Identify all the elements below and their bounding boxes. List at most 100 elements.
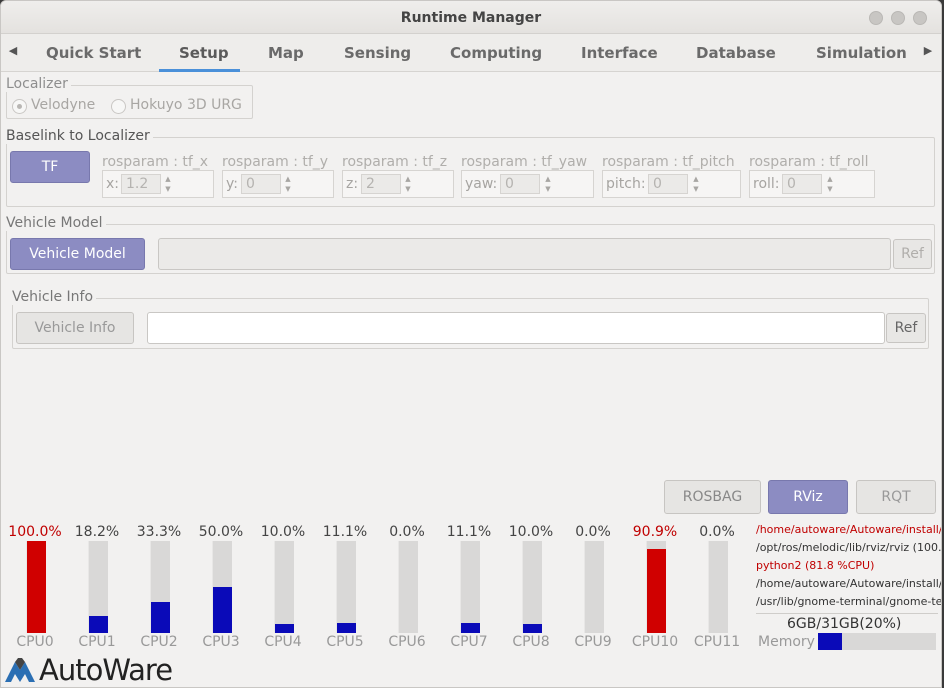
tab-scroll-left-icon[interactable]: ◀ <box>6 44 20 57</box>
cpu-bar-fill <box>647 549 666 633</box>
cpu-name: CPU2 <box>140 634 178 650</box>
cpu-percent: 10.0% <box>260 524 306 540</box>
cpu-name: CPU5 <box>326 634 364 650</box>
cpu-percent: 100.0% <box>8 524 62 540</box>
spin-arrows-icon[interactable]: ▲ ▼ <box>403 174 413 194</box>
cpu-percent: 0.0% <box>575 524 611 540</box>
cpu-percent: 90.9% <box>632 524 678 540</box>
cpu-bar <box>708 541 728 633</box>
memory-bar <box>818 633 936 650</box>
tab-database[interactable]: Database <box>696 44 776 62</box>
tf-x-spinner[interactable]: x: 1.2 ▲ ▼ <box>102 170 214 198</box>
velodyne-radio-label: Velodyne <box>31 97 96 113</box>
autoware-logo: AutoWare <box>3 653 173 687</box>
tab-scroll-right-icon[interactable]: ▶ <box>921 44 935 57</box>
cpu-bar <box>274 541 294 633</box>
tf-pitch-input[interactable]: 0 <box>648 174 688 194</box>
spin-arrows-icon[interactable]: ▲ ▼ <box>825 174 835 194</box>
cpu-name: CPU7 <box>450 634 488 650</box>
tf-y-input[interactable]: 0 <box>241 174 281 194</box>
cpu-name: CPU11 <box>693 634 741 650</box>
memory-usage-text: 6GB/31GB(20%) <box>787 616 902 632</box>
cpu-percent: 18.2% <box>74 524 120 540</box>
tf-button[interactable]: TF <box>10 151 90 183</box>
vehicle-model-ref-button[interactable]: Ref <box>893 239 932 269</box>
tf-y-spinner[interactable]: y: 0 ▲ ▼ <box>222 170 334 198</box>
tf-pitch-spinner[interactable]: pitch: 0 ▲ ▼ <box>602 170 741 198</box>
tab-computing[interactable]: Computing <box>450 44 542 62</box>
cpu-bar <box>398 541 418 633</box>
cpu-bar-fill <box>461 623 480 633</box>
cpu-name: CPU9 <box>574 634 612 650</box>
runtime-manager-window: Runtime Manager ◀ Quick Start Setup Map … <box>0 0 942 688</box>
cpu-bar <box>646 541 666 633</box>
tf-y-label: rosparam : tf_y <box>222 154 329 170</box>
cpu-bar <box>522 541 542 633</box>
cpu-name: CPU4 <box>264 634 302 650</box>
process-line: /usr/lib/gnome-terminal/gnome-te <box>756 595 942 608</box>
vehicle-model-label: Vehicle Model <box>6 215 106 231</box>
vehicle-model-button[interactable]: Vehicle Model <box>10 238 145 270</box>
rosbag-button[interactable]: ROSBAG <box>664 480 761 514</box>
spin-arrows-icon[interactable]: ▲ ▼ <box>283 174 293 194</box>
title-bar[interactable]: Runtime Manager <box>1 1 941 34</box>
tab-bar: ◀ Quick Start Setup Map Sensing Computin… <box>1 34 941 72</box>
cpu-name: CPU1 <box>78 634 116 650</box>
tf-x-input[interactable]: 1.2 <box>121 174 161 194</box>
vehicle-model-path-field[interactable] <box>158 238 891 270</box>
tf-roll-spinner[interactable]: roll: 0 ▲ ▼ <box>749 170 875 198</box>
vehicle-info-button[interactable]: Vehicle Info <box>16 312 134 344</box>
cpu-bar-fill <box>151 602 170 633</box>
tf-roll-input[interactable]: 0 <box>782 174 822 194</box>
divider <box>756 613 938 614</box>
tab-interface[interactable]: Interface <box>581 44 658 62</box>
cpu-percent: 10.0% <box>508 524 554 540</box>
autoware-logo-icon <box>5 658 35 682</box>
spin-arrows-icon[interactable]: ▲ ▼ <box>543 174 553 194</box>
minimize-icon[interactable] <box>869 11 883 25</box>
spin-arrows-icon[interactable]: ▲ ▼ <box>163 174 173 194</box>
tf-yaw-spinner[interactable]: yaw: 0 ▲ ▼ <box>461 170 594 198</box>
tf-yaw-input[interactable]: 0 <box>500 174 540 194</box>
cpu-percent: 33.3% <box>136 524 182 540</box>
tf-z-input[interactable]: 2 <box>361 174 401 194</box>
tf-x-label: rosparam : tf_x <box>102 154 209 170</box>
cpu-percent: 50.0% <box>198 524 244 540</box>
velodyne-radio[interactable] <box>12 99 27 114</box>
vehicle-info-ref-button[interactable]: Ref <box>886 313 926 343</box>
process-line: /home/autoware/Autoware/install/ <box>756 523 942 536</box>
cpu-bar-fill <box>523 624 542 633</box>
rviz-button[interactable]: RViz <box>768 480 848 514</box>
cpu-bar <box>584 541 604 633</box>
cpu-name: CPU3 <box>202 634 240 650</box>
window-title: Runtime Manager <box>400 10 542 26</box>
cpu-bar <box>150 541 170 633</box>
cpu-percent: 11.1% <box>322 524 368 540</box>
tf-z-spinner[interactable]: z: 2 ▲ ▼ <box>342 170 454 198</box>
tab-simulation[interactable]: Simulation <box>816 44 907 62</box>
hokuyo-radio[interactable] <box>111 99 126 114</box>
active-tab-indicator <box>159 69 240 72</box>
process-line: /home/autoware/Autoware/install/ <box>756 577 942 590</box>
cpu-bar <box>88 541 108 633</box>
cpu-bar <box>460 541 480 633</box>
spin-arrows-icon[interactable]: ▲ ▼ <box>691 174 701 194</box>
localizer-label: Localizer <box>6 76 71 92</box>
tf-z-label: rosparam : tf_z <box>342 154 448 170</box>
tab-quick-start[interactable]: Quick Start <box>46 44 141 62</box>
maximize-icon[interactable] <box>891 11 905 25</box>
vehicle-info-path-field[interactable] <box>147 312 885 344</box>
cpu-name: CPU6 <box>388 634 426 650</box>
cpu-percent: 0.0% <box>389 524 425 540</box>
rqt-button[interactable]: RQT <box>856 480 936 514</box>
cpu-name: CPU8 <box>512 634 550 650</box>
close-icon[interactable] <box>913 11 927 25</box>
tab-map[interactable]: Map <box>268 44 304 62</box>
process-line: python2 (81.8 %CPU) <box>756 559 875 572</box>
tf-roll-label: rosparam : tf_roll <box>749 154 869 170</box>
tab-sensing[interactable]: Sensing <box>344 44 411 62</box>
tab-setup[interactable]: Setup <box>179 44 229 62</box>
vehicle-info-label: Vehicle Info <box>12 289 97 305</box>
process-line: /opt/ros/melodic/lib/rviz/rviz (100. <box>756 541 942 554</box>
cpu-percent: 0.0% <box>699 524 735 540</box>
